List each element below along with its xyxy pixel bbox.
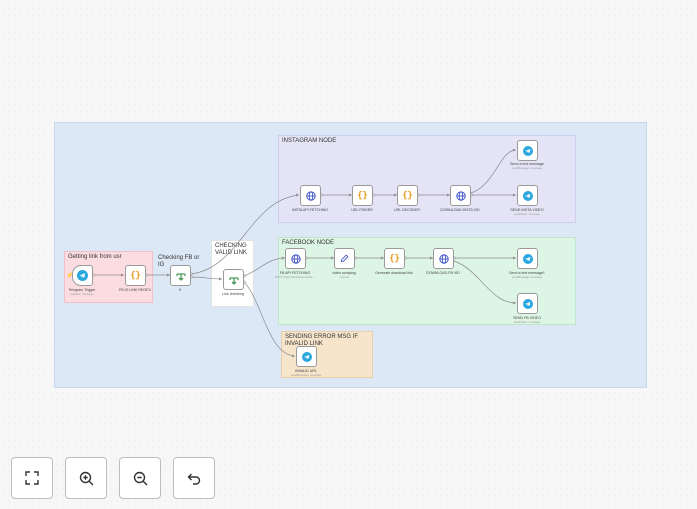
node-insta-api-label: INSTA API FETCHING bbox=[291, 208, 329, 212]
arrow-head bbox=[513, 301, 516, 305]
node-fb-ig-regex[interactable]: {} bbox=[125, 265, 146, 286]
node-video-scraping[interactable] bbox=[334, 248, 355, 269]
node-telegram-trigger[interactable] bbox=[72, 265, 93, 286]
zoom-in-icon bbox=[79, 471, 93, 485]
telegram-icon bbox=[77, 270, 88, 281]
code-icon: {} bbox=[357, 190, 368, 201]
node-invalid-url[interactable] bbox=[296, 346, 317, 367]
node-invalid-url-sub: sendMessage: message bbox=[290, 373, 322, 377]
node-send-insta-video[interactable] bbox=[517, 185, 538, 206]
trigger-bolt-icon: ⚡ bbox=[66, 273, 74, 279]
edge-if-instagram bbox=[190, 194, 300, 275]
code-icon: {} bbox=[389, 253, 400, 264]
node-link-checking[interactable] bbox=[223, 269, 244, 290]
node-url-decoder[interactable]: {} bbox=[397, 185, 418, 206]
edge-downloadfb-video bbox=[453, 260, 517, 304]
undo-icon bbox=[187, 473, 201, 485]
undo-button[interactable] bbox=[173, 457, 215, 499]
telegram-icon bbox=[522, 190, 533, 201]
node-send-insta-video-sub: sendVideo: message bbox=[513, 212, 541, 216]
node-send-fb-video[interactable] bbox=[517, 293, 538, 314]
zoom-in-button[interactable] bbox=[65, 457, 107, 499]
node-video-scraping-sub: manual bbox=[339, 275, 349, 279]
node-url-decoder-label: URL DECODER bbox=[393, 208, 421, 212]
node-send-text-fb-sub: sendMessage: message bbox=[511, 275, 543, 279]
node-fb-api[interactable] bbox=[285, 248, 306, 269]
node-if-fb-ig-label: If bbox=[179, 288, 181, 292]
node-send-text-ig-sub: sendMessage: message bbox=[511, 166, 543, 170]
code-icon: {} bbox=[402, 190, 413, 201]
node-send-fb-video-sub: sendVideo: message bbox=[513, 320, 541, 324]
node-generate-link[interactable]: {} bbox=[384, 248, 405, 269]
arrow-head bbox=[513, 256, 516, 260]
globe-icon bbox=[305, 190, 316, 201]
telegram-icon bbox=[301, 351, 312, 362]
code-icon: {} bbox=[130, 270, 141, 281]
edge-download-text bbox=[470, 149, 517, 194]
node-send-text-ig[interactable] bbox=[517, 140, 538, 161]
node-send-text-fb[interactable] bbox=[517, 248, 538, 269]
arrow-head bbox=[292, 354, 295, 358]
workflow-canvas[interactable]: Getting link from usr Checking FB or IG … bbox=[0, 0, 697, 509]
zoom-out-icon bbox=[133, 471, 147, 485]
arrow-head bbox=[513, 193, 516, 197]
node-link-checking-label: Link checking bbox=[222, 292, 244, 296]
node-insta-api[interactable] bbox=[300, 185, 321, 206]
node-telegram-trigger-sub: updates: message bbox=[70, 292, 94, 296]
node-download-fb[interactable] bbox=[433, 248, 454, 269]
telegram-icon bbox=[522, 253, 533, 264]
node-url-finder[interactable]: {} bbox=[352, 185, 373, 206]
globe-icon bbox=[455, 190, 466, 201]
globe-icon bbox=[438, 253, 449, 264]
zoom-out-button[interactable] bbox=[119, 457, 161, 499]
fit-view-icon bbox=[25, 471, 39, 485]
globe-icon bbox=[290, 253, 301, 264]
fit-view-button[interactable] bbox=[11, 457, 53, 499]
edge-if-linkcheck bbox=[190, 276, 223, 280]
telegram-icon bbox=[522, 145, 533, 156]
arrow-head bbox=[219, 277, 222, 281]
telegram-icon bbox=[522, 298, 533, 309]
switch-icon bbox=[228, 276, 239, 285]
node-if-fb-ig[interactable] bbox=[170, 265, 191, 286]
pencil-icon bbox=[340, 254, 349, 263]
node-download-insta-label: DOWNLOAD INSTA VID bbox=[440, 208, 480, 212]
node-download-insta[interactable] bbox=[450, 185, 471, 206]
arrow-head bbox=[513, 148, 516, 152]
node-download-fb-label: DOWNLOAD FB VID bbox=[426, 271, 460, 275]
arrow-head bbox=[296, 193, 299, 197]
if-icon bbox=[175, 272, 186, 281]
arrow-head bbox=[121, 273, 124, 277]
